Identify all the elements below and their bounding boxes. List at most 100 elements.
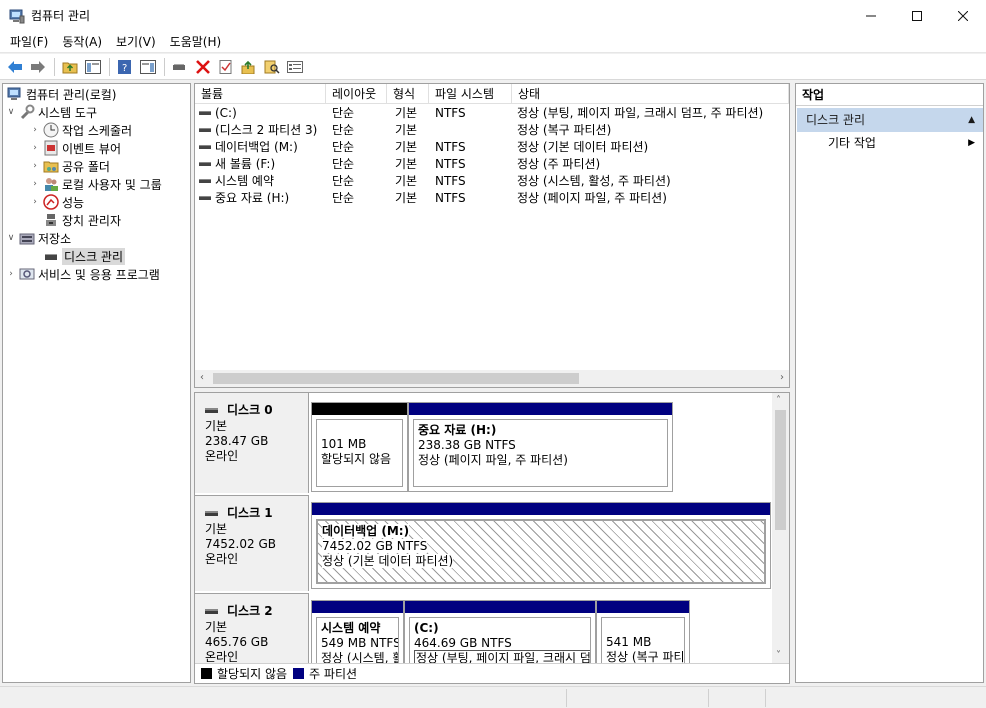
vertical-scrollbar[interactable]: ˄ ˅ <box>772 393 789 663</box>
scroll-left-icon[interactable]: ‹ <box>200 372 204 383</box>
show-hide-tree-icon[interactable] <box>82 56 104 78</box>
clock-icon <box>43 122 59 138</box>
computer-management-icon <box>7 86 23 102</box>
table-cell: NTFS <box>435 191 466 205</box>
table-cell: 기본 <box>395 140 418 154</box>
tree-item-device-manager[interactable]: 장치 관리자 <box>41 211 121 229</box>
tree-item-computer-management[interactable]: 컴퓨터 관리(로컬) <box>5 85 116 103</box>
table-cell: 정상 (부팅, 페이지 파일, 크래시 덤프, 주 파티션) <box>517 106 764 120</box>
action-more-actions[interactable]: 기타 작업 ▶ <box>796 132 983 154</box>
volume-name-cell: 중요 자료 (H:) <box>195 190 289 207</box>
disk-0-label[interactable]: 디스크 0 기본 238.47 GB 온라인 <box>195 393 309 493</box>
partition-h[interactable]: 중요 자료 (H:) 238.38 GB NTFS 정상 (페이지 파일, 주 … <box>408 402 673 492</box>
chevron-right-icon[interactable]: › <box>29 197 41 207</box>
column-header-file-system[interactable]: 파일 시스템 <box>429 84 512 104</box>
table-cell: 정상 (주 파티션) <box>517 157 601 171</box>
export-icon[interactable] <box>238 56 260 78</box>
horizontal-scrollbar[interactable]: ‹ › <box>195 370 789 387</box>
volume-name: 중요 자료 (H:) <box>215 191 290 205</box>
delete-icon[interactable] <box>192 56 214 78</box>
menu-action[interactable]: 동작(A) <box>55 32 109 52</box>
scroll-down-icon[interactable]: ˅ <box>776 650 781 661</box>
column-header-type[interactable]: 형식 <box>387 84 429 104</box>
back-arrow-icon[interactable] <box>4 56 26 78</box>
column-header-layout[interactable]: 레이아웃 <box>326 84 387 104</box>
table-row[interactable]: 중요 자료 (H:) 단순 기본 NTFS 정상 (페이지 파일, 주 파티션) <box>195 190 789 207</box>
chevron-down-icon[interactable]: ∨ <box>5 107 17 117</box>
disk-status: 온라인 <box>205 449 239 463</box>
up-folder-icon[interactable] <box>59 56 81 78</box>
tree-label: 로컬 사용자 및 그룹 <box>62 177 162 192</box>
search-icon[interactable] <box>261 56 283 78</box>
chevron-right-icon[interactable]: › <box>5 269 17 279</box>
table-row[interactable]: 시스템 예약 단순 기본 NTFS 정상 (시스템, 활성, 주 파티션) <box>195 173 789 190</box>
users-icon <box>43 176 59 192</box>
list-view-icon[interactable] <box>284 56 306 78</box>
close-button[interactable] <box>940 0 986 31</box>
disk-size: 238.47 GB <box>205 434 269 448</box>
scroll-up-icon[interactable]: ˄ <box>776 395 781 406</box>
table-cell: 기본 <box>395 157 418 171</box>
tree-item-event-viewer[interactable]: › 이벤트 뷰어 <box>29 139 121 157</box>
legend-unallocated-label: 할당되지 않음 <box>217 667 288 681</box>
scrollbar-thumb[interactable] <box>213 373 579 384</box>
chevron-down-icon[interactable]: ∨ <box>5 233 17 243</box>
table-cell: 기본 <box>395 174 418 188</box>
scroll-right-icon[interactable]: › <box>780 372 784 383</box>
connect-icon[interactable] <box>169 56 191 78</box>
table-cell: 단순 <box>332 140 355 154</box>
disk-type: 기본 <box>205 620 228 634</box>
tree-item-storage[interactable]: ∨ 저장소 <box>5 229 71 247</box>
column-header-status[interactable]: 상태 <box>512 84 789 104</box>
tree-item-shared-folders[interactable]: › 공유 폴더 <box>29 157 110 175</box>
actions-group-disk-management[interactable]: 디스크 관리 ▲ <box>797 108 983 132</box>
tree-label: 저장소 <box>38 231 72 246</box>
collapse-up-icon[interactable]: ▲ <box>968 108 975 132</box>
tree-item-services[interactable]: › 서비스 및 응용 프로그램 <box>5 265 160 283</box>
volume-name: 데이터백업 (M:) <box>215 140 298 154</box>
table-cell: 기본 <box>395 106 418 120</box>
tree-item-task-scheduler[interactable]: › 작업 스케줄러 <box>29 121 132 139</box>
partition-title: (C:) <box>414 621 439 635</box>
chevron-right-icon[interactable]: › <box>29 143 41 153</box>
properties-icon[interactable] <box>215 56 237 78</box>
tree-item-disk-management[interactable]: 디스크 관리 <box>41 247 126 265</box>
table-row[interactable]: 새 볼륨 (F:) 단순 기본 NTFS 정상 (주 파티션) <box>195 156 789 173</box>
table-cell: NTFS <box>435 140 466 154</box>
tree-label: 컴퓨터 관리(로컬) <box>26 87 117 102</box>
tree-item-system-tools[interactable]: ∨ 시스템 도구 <box>5 103 97 121</box>
disk-icon <box>205 511 218 516</box>
table-row[interactable]: (디스크 2 파티션 3) 단순 기본 정상 (복구 파티션) <box>195 122 789 139</box>
volume-icon <box>199 127 211 132</box>
show-hide-action-pane-icon[interactable] <box>137 56 159 78</box>
help-icon[interactable]: ? <box>114 56 136 78</box>
partition-unallocated[interactable]: 101 MB 할당되지 않음 <box>311 402 408 492</box>
shared-folder-icon <box>43 158 59 174</box>
chevron-right-icon[interactable]: › <box>29 179 41 189</box>
table-cell: 정상 (복구 파티션) <box>517 123 612 137</box>
partition-m[interactable]: 데이터백업 (M:) 7452.02 GB NTFS 정상 (기본 데이터 파티… <box>311 502 771 589</box>
disk-2-label[interactable]: 디스크 2 기본 465.76 GB 온라인 <box>195 593 309 673</box>
menu-file[interactable]: 파일(F) <box>3 32 55 52</box>
menu-view[interactable]: 보기(V) <box>109 32 163 52</box>
tree-item-local-users[interactable]: › 로컬 사용자 및 그룹 <box>29 175 162 193</box>
scrollbar-thumb[interactable] <box>775 410 786 530</box>
disk-1-label[interactable]: 디스크 1 기본 7452.02 GB 온라인 <box>195 495 309 591</box>
menu-help[interactable]: 도움말(H) <box>163 32 229 52</box>
chevron-right-icon[interactable]: › <box>29 125 41 135</box>
tree-label: 디스크 관리 <box>62 247 126 265</box>
maximize-button[interactable] <box>894 0 940 31</box>
table-row[interactable]: 데이터백업 (M:) 단순 기본 NTFS 정상 (기본 데이터 파티션) <box>195 139 789 156</box>
table-row[interactable]: (C:) 단순 기본 NTFS 정상 (부팅, 페이지 파일, 크래시 덤프, 주 파티… <box>195 105 789 122</box>
minimize-button[interactable] <box>848 0 894 31</box>
partition-size: 464.69 GB NTFS <box>414 636 512 650</box>
column-header-volume[interactable]: 볼륨 <box>195 84 326 104</box>
tree-label: 작업 스케줄러 <box>62 123 133 138</box>
tree-label: 시스템 도구 <box>38 105 98 120</box>
tree-item-performance[interactable]: › 성능 <box>29 193 84 211</box>
legend-primary-label: 주 파티션 <box>309 667 358 681</box>
chevron-right-icon[interactable]: › <box>29 161 41 171</box>
table-cell: 단순 <box>332 191 355 205</box>
forward-arrow-icon[interactable] <box>27 56 49 78</box>
table-cell: NTFS <box>435 174 466 188</box>
